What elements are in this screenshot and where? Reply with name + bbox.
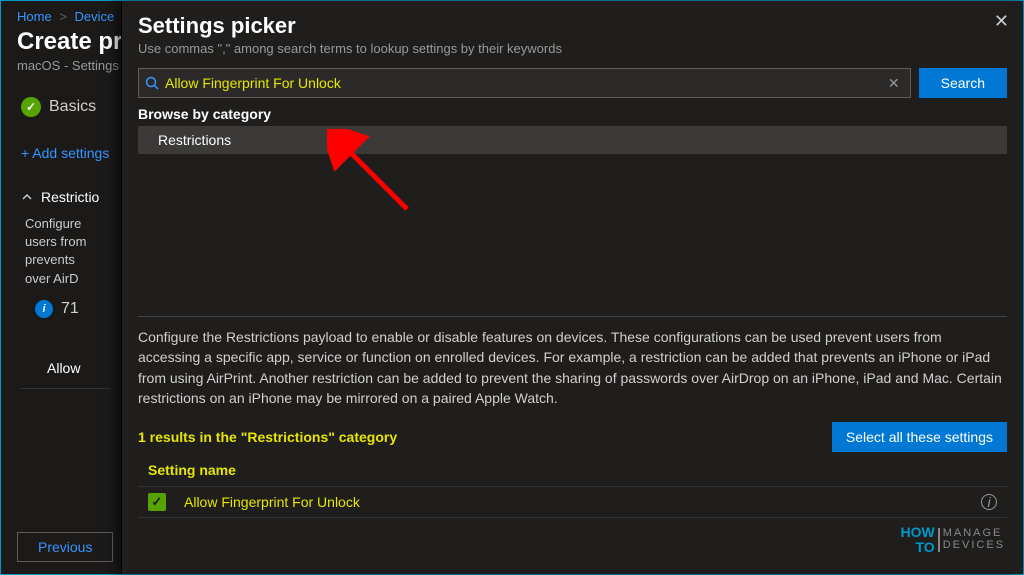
close-icon[interactable]: ✕ — [994, 11, 1009, 32]
clear-search-icon[interactable]: ✕ — [884, 75, 904, 92]
setting-name-label: Allow Fingerprint For Unlock — [184, 494, 981, 510]
step-label: Basics — [49, 98, 96, 116]
check-icon: ✓ — [21, 97, 41, 117]
crumb-device[interactable]: Device — [75, 9, 115, 24]
column-header-setting-name: Setting name — [138, 462, 1007, 478]
browse-by-category-label: Browse by category — [138, 106, 1007, 122]
previous-button[interactable]: Previous — [17, 532, 113, 562]
panel-title: Settings picker — [138, 13, 1007, 39]
search-field-wrap[interactable]: ✕ — [138, 68, 911, 98]
section-label: Restrictio — [41, 189, 99, 205]
category-description: Configure the Restrictions payload to en… — [138, 316, 1007, 408]
settings-picker-panel: ✕ Settings picker Use commas "," among s… — [121, 1, 1023, 574]
search-input[interactable] — [159, 75, 884, 91]
select-all-button[interactable]: Select all these settings — [832, 422, 1007, 452]
chevron-up-icon — [21, 191, 33, 203]
results-count: 1 results in the "Restrictions" category — [138, 429, 397, 445]
panel-subtitle: Use commas "," among search terms to loo… — [138, 41, 1007, 56]
setting-row[interactable]: ✓ Allow Fingerprint For Unlock i — [138, 486, 1007, 518]
info-icon[interactable]: i — [981, 494, 997, 510]
checkbox-checked-icon[interactable]: ✓ — [148, 493, 166, 511]
search-button[interactable]: Search — [919, 68, 1007, 98]
crumb-home[interactable]: Home — [17, 9, 52, 24]
crumb-sep: > — [59, 9, 67, 24]
info-icon: i — [35, 300, 53, 318]
search-icon — [145, 76, 159, 90]
watermark: HOW TO MANAGE DEVICES — [900, 525, 1005, 554]
section-desc: Configure users from prevents over AirD — [25, 215, 105, 288]
category-restrictions[interactable]: Restrictions — [138, 126, 1007, 154]
